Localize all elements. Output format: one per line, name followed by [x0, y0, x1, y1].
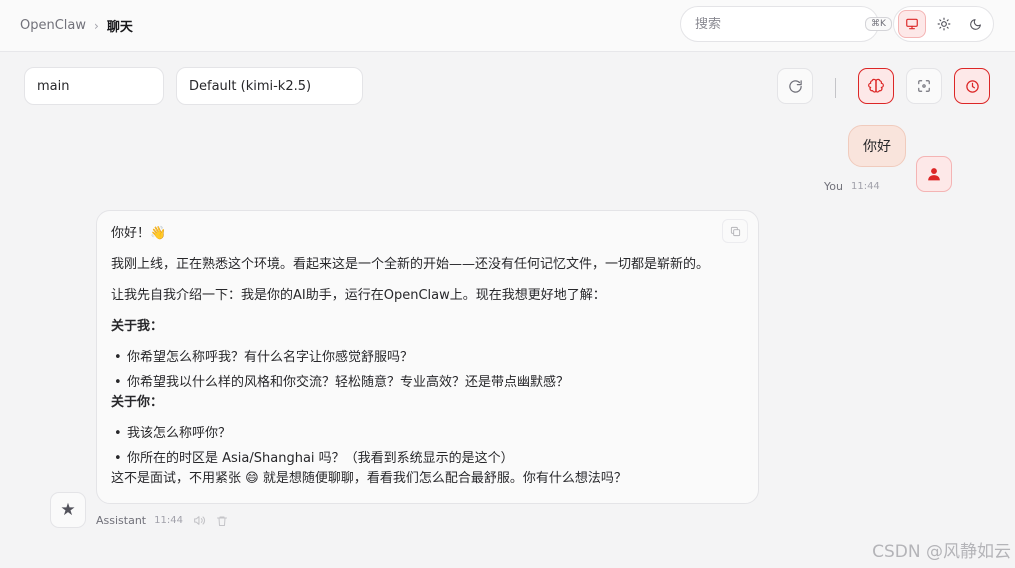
assistant-closing: 这不是面试，不用紧张 😄 就是想随便聊聊，看看我们怎么配合最舒服。你有什么想法吗… [111, 471, 627, 486]
monitor-icon [906, 18, 918, 30]
user-icon [928, 168, 940, 181]
thinking-toggle-button[interactable] [858, 68, 894, 104]
user-avatar [916, 156, 952, 192]
user-message-meta: You 11:44 [824, 180, 880, 193]
refresh-button[interactable] [777, 68, 813, 104]
user-message-time: 11:44 [850, 181, 880, 192]
watermark: CSDN @风静如云 [872, 542, 1011, 562]
assistant-paragraph-2: 让我先自我介绍一下：我是你的AI助手，运行在OpenClaw上。现在我想更好地了… [111, 288, 606, 303]
speaker-icon [194, 516, 205, 525]
search-box[interactable]: ⌘K [680, 6, 892, 42]
theme-system-button[interactable] [898, 10, 926, 38]
search-shortcut-badge: ⌘K [865, 17, 892, 31]
section-heading-about-you: 关于你： [111, 395, 164, 410]
about-you-list: 我该怎么称呼你？ 你所在的时区是 Asia/Shanghai 吗？（我看到系统显… [111, 424, 744, 469]
about-me-list: 你希望怎么称呼我？有什么名字让你感觉舒服吗？ 你希望我以什么样的风格和你交流？轻… [111, 348, 744, 393]
brain-icon [868, 78, 884, 93]
user-message-bubble: 你好 [848, 125, 906, 167]
top-bar: OpenClaw › 聊天 ⌘K [0, 0, 1015, 52]
session-select[interactable]: main [24, 67, 164, 105]
theme-switcher [893, 6, 994, 42]
list-item: 你所在的时区是 Asia/Shanghai 吗？（我看到系统显示的是这个） [111, 449, 744, 469]
assistant-greeting: 你好！👋 [111, 226, 167, 241]
assistant-avatar: ★ [50, 492, 86, 528]
breadcrumb-separator: › [94, 18, 99, 33]
theme-light-button[interactable] [930, 10, 958, 38]
focus-mode-button[interactable] [906, 68, 942, 104]
chat-app: OpenClaw › 聊天 ⌘K main Default (kimi-k2.5… [0, 0, 1015, 568]
theme-dark-button[interactable] [961, 10, 989, 38]
assistant-message-meta: Assistant 11:44 [96, 514, 228, 527]
search-input[interactable] [695, 16, 865, 32]
assistant-author-label: Assistant [96, 514, 147, 527]
star-icon: ★ [60, 500, 76, 520]
copy-button[interactable] [722, 219, 748, 243]
trash-icon [216, 516, 227, 526]
refresh-icon [788, 79, 802, 93]
assistant-paragraph-1: 我刚上线，正在熟悉这个环境。看起来这是一个全新的开始——还没有任何记忆文件，一切… [111, 257, 710, 272]
copy-icon [730, 226, 740, 236]
delete-message-button[interactable] [216, 515, 228, 527]
scan-icon [918, 80, 930, 92]
section-heading-about-me: 关于我： [111, 319, 164, 334]
toolbar-divider [835, 78, 836, 98]
read-aloud-button[interactable] [193, 514, 206, 527]
moon-icon [969, 18, 981, 30]
sun-icon [937, 17, 950, 31]
assistant-message-bubble: 你好！👋 我刚上线，正在熟悉这个环境。看起来这是一个全新的开始——还没有任何记忆… [96, 210, 759, 504]
list-item: 你希望怎么称呼我？有什么名字让你感觉舒服吗？ [111, 348, 744, 368]
list-item: 我该怎么称呼你？ [111, 424, 744, 444]
clock-icon [965, 79, 979, 93]
list-item: 你希望我以什么样的风格和你交流？轻松随意？专业高效？还是带点幽默感？ [111, 373, 744, 393]
user-author-label: You [824, 180, 843, 193]
assistant-message-time: 11:44 [154, 515, 183, 526]
model-select[interactable]: Default (kimi-k2.5) [176, 67, 363, 105]
breadcrumb: OpenClaw › 聊天 [20, 16, 133, 35]
breadcrumb-current: 聊天 [106, 20, 133, 35]
history-button[interactable] [954, 68, 990, 104]
breadcrumb-root[interactable]: OpenClaw [20, 18, 86, 33]
